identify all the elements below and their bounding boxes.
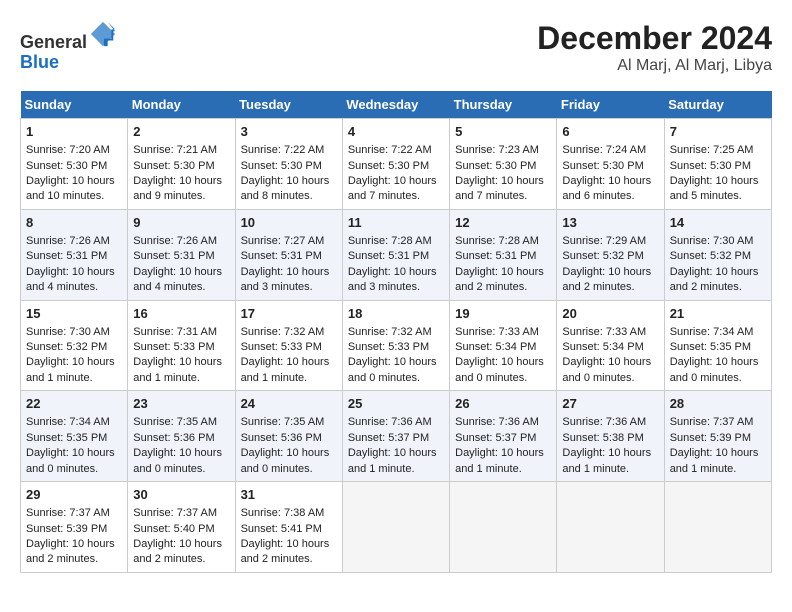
day-number: 3 bbox=[241, 123, 337, 141]
day-cell: 13 Sunrise: 7:29 AMSunset: 5:32 PMDaylig… bbox=[557, 209, 664, 300]
empty-cell bbox=[664, 482, 771, 573]
day-cell: 6 Sunrise: 7:24 AMSunset: 5:30 PMDayligh… bbox=[557, 119, 664, 210]
day-number: 8 bbox=[26, 214, 122, 232]
logo: General Blue bbox=[20, 20, 117, 73]
day-number: 11 bbox=[348, 214, 444, 232]
title-block: December 2024 Al Marj, Al Marj, Libya bbox=[537, 20, 772, 75]
day-cell: 23 Sunrise: 7:35 AMSunset: 5:36 PMDaylig… bbox=[128, 391, 235, 482]
day-number: 25 bbox=[348, 395, 444, 413]
day-cell: 17 Sunrise: 7:32 AMSunset: 5:33 PMDaylig… bbox=[235, 300, 342, 391]
month-title: December 2024 bbox=[537, 20, 772, 57]
header-thursday: Thursday bbox=[450, 91, 557, 119]
week-row: 15 Sunrise: 7:30 AMSunset: 5:32 PMDaylig… bbox=[21, 300, 772, 391]
header-friday: Friday bbox=[557, 91, 664, 119]
day-cell: 4 Sunrise: 7:22 AMSunset: 5:30 PMDayligh… bbox=[342, 119, 449, 210]
day-number: 4 bbox=[348, 123, 444, 141]
day-cell: 31 Sunrise: 7:38 AMSunset: 5:41 PMDaylig… bbox=[235, 482, 342, 573]
day-cell: 19 Sunrise: 7:33 AMSunset: 5:34 PMDaylig… bbox=[450, 300, 557, 391]
day-number: 6 bbox=[562, 123, 658, 141]
day-cell: 29 Sunrise: 7:37 AMSunset: 5:39 PMDaylig… bbox=[21, 482, 128, 573]
weekday-header-row: Sunday Monday Tuesday Wednesday Thursday… bbox=[21, 91, 772, 119]
day-number: 12 bbox=[455, 214, 551, 232]
day-cell: 15 Sunrise: 7:30 AMSunset: 5:32 PMDaylig… bbox=[21, 300, 128, 391]
day-cell: 21 Sunrise: 7:34 AMSunset: 5:35 PMDaylig… bbox=[664, 300, 771, 391]
day-number: 7 bbox=[670, 123, 766, 141]
day-number: 5 bbox=[455, 123, 551, 141]
day-cell: 1 Sunrise: 7:20 AMSunset: 5:30 PMDayligh… bbox=[21, 119, 128, 210]
week-row: 8 Sunrise: 7:26 AMSunset: 5:31 PMDayligh… bbox=[21, 209, 772, 300]
empty-cell bbox=[342, 482, 449, 573]
header-sunday: Sunday bbox=[21, 91, 128, 119]
day-number: 31 bbox=[241, 486, 337, 504]
day-cell: 10 Sunrise: 7:27 AMSunset: 5:31 PMDaylig… bbox=[235, 209, 342, 300]
logo-icon bbox=[89, 20, 117, 48]
day-cell: 5 Sunrise: 7:23 AMSunset: 5:30 PMDayligh… bbox=[450, 119, 557, 210]
week-row: 22 Sunrise: 7:34 AMSunset: 5:35 PMDaylig… bbox=[21, 391, 772, 482]
day-number: 1 bbox=[26, 123, 122, 141]
day-cell: 20 Sunrise: 7:33 AMSunset: 5:34 PMDaylig… bbox=[557, 300, 664, 391]
day-number: 9 bbox=[133, 214, 229, 232]
week-row: 1 Sunrise: 7:20 AMSunset: 5:30 PMDayligh… bbox=[21, 119, 772, 210]
day-number: 20 bbox=[562, 305, 658, 323]
empty-cell bbox=[450, 482, 557, 573]
day-cell: 28 Sunrise: 7:37 AMSunset: 5:39 PMDaylig… bbox=[664, 391, 771, 482]
header-saturday: Saturday bbox=[664, 91, 771, 119]
day-cell: 26 Sunrise: 7:36 AMSunset: 5:37 PMDaylig… bbox=[450, 391, 557, 482]
logo-general: General bbox=[20, 32, 87, 52]
day-cell: 27 Sunrise: 7:36 AMSunset: 5:38 PMDaylig… bbox=[557, 391, 664, 482]
day-cell: 14 Sunrise: 7:30 AMSunset: 5:32 PMDaylig… bbox=[664, 209, 771, 300]
day-number: 24 bbox=[241, 395, 337, 413]
day-number: 21 bbox=[670, 305, 766, 323]
day-number: 14 bbox=[670, 214, 766, 232]
day-number: 22 bbox=[26, 395, 122, 413]
day-number: 19 bbox=[455, 305, 551, 323]
week-row: 29 Sunrise: 7:37 AMSunset: 5:39 PMDaylig… bbox=[21, 482, 772, 573]
day-cell: 11 Sunrise: 7:28 AMSunset: 5:31 PMDaylig… bbox=[342, 209, 449, 300]
day-number: 26 bbox=[455, 395, 551, 413]
day-number: 17 bbox=[241, 305, 337, 323]
day-number: 13 bbox=[562, 214, 658, 232]
empty-cell bbox=[557, 482, 664, 573]
day-cell: 18 Sunrise: 7:32 AMSunset: 5:33 PMDaylig… bbox=[342, 300, 449, 391]
day-number: 16 bbox=[133, 305, 229, 323]
day-cell: 7 Sunrise: 7:25 AMSunset: 5:30 PMDayligh… bbox=[664, 119, 771, 210]
logo-blue: Blue bbox=[20, 52, 59, 72]
header-tuesday: Tuesday bbox=[235, 91, 342, 119]
day-number: 18 bbox=[348, 305, 444, 323]
day-cell: 24 Sunrise: 7:35 AMSunset: 5:36 PMDaylig… bbox=[235, 391, 342, 482]
day-cell: 8 Sunrise: 7:26 AMSunset: 5:31 PMDayligh… bbox=[21, 209, 128, 300]
day-number: 23 bbox=[133, 395, 229, 413]
day-number: 28 bbox=[670, 395, 766, 413]
day-number: 30 bbox=[133, 486, 229, 504]
day-cell: 30 Sunrise: 7:37 AMSunset: 5:40 PMDaylig… bbox=[128, 482, 235, 573]
header-wednesday: Wednesday bbox=[342, 91, 449, 119]
day-number: 2 bbox=[133, 123, 229, 141]
day-cell: 9 Sunrise: 7:26 AMSunset: 5:31 PMDayligh… bbox=[128, 209, 235, 300]
day-cell: 25 Sunrise: 7:36 AMSunset: 5:37 PMDaylig… bbox=[342, 391, 449, 482]
header-monday: Monday bbox=[128, 91, 235, 119]
day-cell: 3 Sunrise: 7:22 AMSunset: 5:30 PMDayligh… bbox=[235, 119, 342, 210]
day-cell: 16 Sunrise: 7:31 AMSunset: 5:33 PMDaylig… bbox=[128, 300, 235, 391]
day-number: 29 bbox=[26, 486, 122, 504]
day-cell: 22 Sunrise: 7:34 AMSunset: 5:35 PMDaylig… bbox=[21, 391, 128, 482]
calendar-table: Sunday Monday Tuesday Wednesday Thursday… bbox=[20, 91, 772, 573]
day-number: 15 bbox=[26, 305, 122, 323]
location-title: Al Marj, Al Marj, Libya bbox=[537, 57, 772, 75]
day-cell: 2 Sunrise: 7:21 AMSunset: 5:30 PMDayligh… bbox=[128, 119, 235, 210]
day-number: 10 bbox=[241, 214, 337, 232]
page-header: General Blue December 2024 Al Marj, Al M… bbox=[20, 20, 772, 75]
day-number: 27 bbox=[562, 395, 658, 413]
day-cell: 12 Sunrise: 7:28 AMSunset: 5:31 PMDaylig… bbox=[450, 209, 557, 300]
